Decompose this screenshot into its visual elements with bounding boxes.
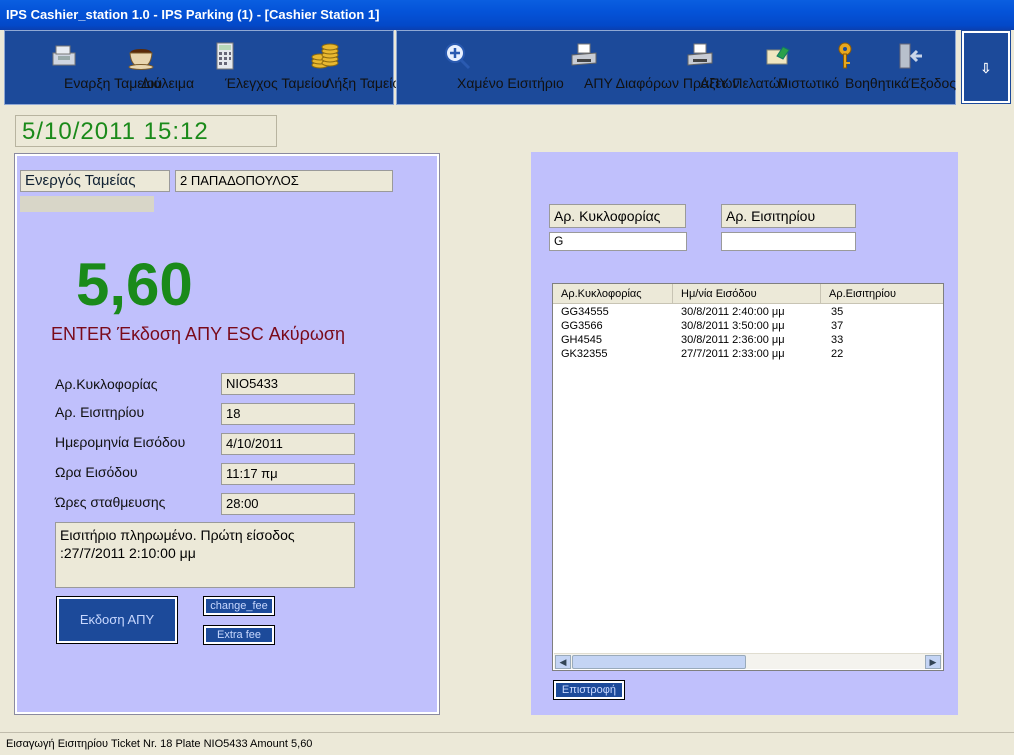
plate-label: Αρ.Κυκλοφορίας (55, 376, 158, 392)
row-plate: GG3566 (561, 320, 603, 332)
magnify-plus-icon (445, 43, 471, 70)
datetime-text: 5/10/2011 15:12 (22, 118, 209, 145)
ticket-list[interactable]: Αρ.Κυκλοφορίας Ημ/νία Εισόδου Αρ.Εισιτηρ… (552, 283, 944, 671)
table-row[interactable]: GH4545 30/8/2011 2:36:00 μμ 33 (553, 333, 943, 347)
horizontal-scrollbar[interactable]: ◀ ▶ (554, 653, 942, 669)
parking-hours-field: 28:00 (221, 493, 355, 515)
back-button[interactable]: Επιστροφή (553, 680, 625, 700)
key-icon (838, 42, 852, 69)
active-cashier-label: Ενεργός Ταμείας (20, 170, 170, 192)
lost-ticket-button[interactable]: Χαμένο Εισιτήριο (403, 31, 564, 104)
amount-due: 5,60 (76, 251, 193, 318)
misc-receipt-button[interactable]: ΑΠΥ Διαφόρων Πράξεων (513, 31, 739, 104)
table-row[interactable]: GG3566 30/8/2011 3:50:00 μμ 37 (553, 319, 943, 333)
exit-door-icon (899, 43, 922, 69)
table-row[interactable]: GK32355 27/7/2011 2:33:00 μμ 22 (553, 347, 943, 361)
row-entry-date: 30/8/2011 2:40:00 μμ (681, 306, 785, 318)
entry-date-label: Ημερομηνία Εισόδου (55, 434, 186, 450)
search-ticket-label: Αρ. Εισιτηρίου (721, 204, 856, 228)
window-title-bar: IPS Cashier_station 1.0 - IPS Parking (1… (0, 0, 1014, 30)
customer-receipt-button[interactable]: ΑΠΥ Πελατών (659, 31, 787, 104)
status-strip (20, 196, 154, 212)
coffee-cup-icon (128, 49, 154, 70)
entry-time-label: Ωρα Εισόδου (55, 464, 138, 480)
toolbar-actions: Χαμένο Εισιτήριο ΑΠΥ Διαφόρων Πράξεων ΑΠ… (396, 30, 956, 105)
status-bar: Εισαγωγή Εισιτηρίου Ticket Nr. 18 Plate … (0, 732, 1014, 755)
column-plate[interactable]: Αρ.Κυκλοφορίας (553, 284, 673, 304)
row-entry-date: 30/8/2011 2:36:00 μμ (681, 334, 785, 346)
row-plate: GK32355 (561, 348, 608, 360)
window-title: IPS Cashier_station 1.0 - IPS Parking (1… (6, 7, 380, 22)
entry-date-field: 4/10/2011 (221, 433, 355, 455)
ticket-number-field: 18 (221, 403, 355, 425)
row-plate: GH4545 (561, 334, 602, 346)
down-arrow-icon: ⇩ (980, 60, 992, 76)
row-ticket-number: 35 (831, 306, 844, 318)
printer-icon (571, 43, 597, 66)
row-ticket-number: 37 (831, 320, 844, 332)
row-ticket-number: 22 (831, 348, 844, 360)
search-plate-label: Αρ. Κυκλοφορίας (549, 204, 686, 228)
row-ticket-number: 33 (831, 334, 844, 346)
active-cashier-field: 2 ΠΑΠΑΔΟΠΟΥΛΟΣ (175, 170, 393, 192)
toolbar-session: Εναρξη Ταμείου Διάλειμα Έλεγχος Ταμείου … (4, 30, 408, 105)
exit-label: Έξοδος (909, 75, 956, 91)
column-ticket-number[interactable]: Αρ.Εισιτηρίου (821, 284, 943, 304)
check-cash-button[interactable]: Έλεγχος Ταμείου (173, 31, 329, 104)
parking-hours-label: Ώρες σταθμευσης (55, 494, 166, 510)
ticket-note: Εισιτήριο πληρωμένο. Πρώτη είσοδος :27/7… (55, 522, 355, 588)
calculator-icon (216, 42, 234, 70)
status-text: Εισαγωγή Εισιτηρίου Ticket Nr. 18 Plate … (6, 738, 313, 750)
column-entry-date[interactable]: Ημ/νία Εισόδου (673, 284, 821, 304)
exit-button[interactable]: Έξοδος (881, 31, 956, 104)
end-cash-button[interactable]: Λήξη Ταμείου (281, 31, 408, 104)
start-cash-button[interactable]: Εναρξη Ταμείου (11, 31, 162, 104)
extra-fee-button[interactable]: Extra fee (203, 625, 275, 645)
search-plate-input[interactable]: G (549, 232, 687, 251)
datetime-display: 5/10/2011 15:12 (15, 115, 277, 147)
entry-time-field: 11:17 πμ (221, 463, 355, 485)
coins-icon (311, 43, 339, 69)
credit-note-icon (766, 46, 790, 65)
scroll-right-icon[interactable]: ▶ (925, 655, 941, 669)
credit-button[interactable]: Πιστωτικό (745, 31, 839, 104)
table-row[interactable]: GG34555 30/8/2011 2:40:00 μμ 35 (553, 305, 943, 319)
scroll-down-button[interactable]: ⇩ (961, 30, 1011, 104)
scroll-left-icon[interactable]: ◀ (555, 655, 571, 669)
list-header: Αρ.Κυκλοφορίας Ημ/νία Εισόδου Αρ.Εισιτηρ… (553, 284, 943, 304)
keyboard-hint: ENTER Έκδοση ΑΠΥ ESC Ακύρωση (51, 324, 346, 344)
row-entry-date: 30/8/2011 3:50:00 μμ (681, 320, 785, 332)
row-plate: GG34555 (561, 306, 609, 318)
utilities-button[interactable]: Βοηθητικά (813, 31, 909, 104)
break-button[interactable]: Διάλειμα (113, 31, 194, 104)
ticket-number-label: Αρ. Εισιτηρίου (55, 404, 145, 420)
issue-receipt-button[interactable]: Εκδοση ΑΠΥ (56, 596, 178, 644)
scroll-thumb[interactable] (572, 655, 746, 669)
plate-field: NIO5433 (221, 373, 355, 395)
row-entry-date: 27/7/2011 2:33:00 μμ (681, 348, 785, 360)
search-ticket-input[interactable] (721, 232, 856, 251)
cash-register-icon (52, 45, 76, 66)
printer-icon (687, 43, 713, 66)
change-fee-button[interactable]: change_fee (203, 596, 275, 616)
